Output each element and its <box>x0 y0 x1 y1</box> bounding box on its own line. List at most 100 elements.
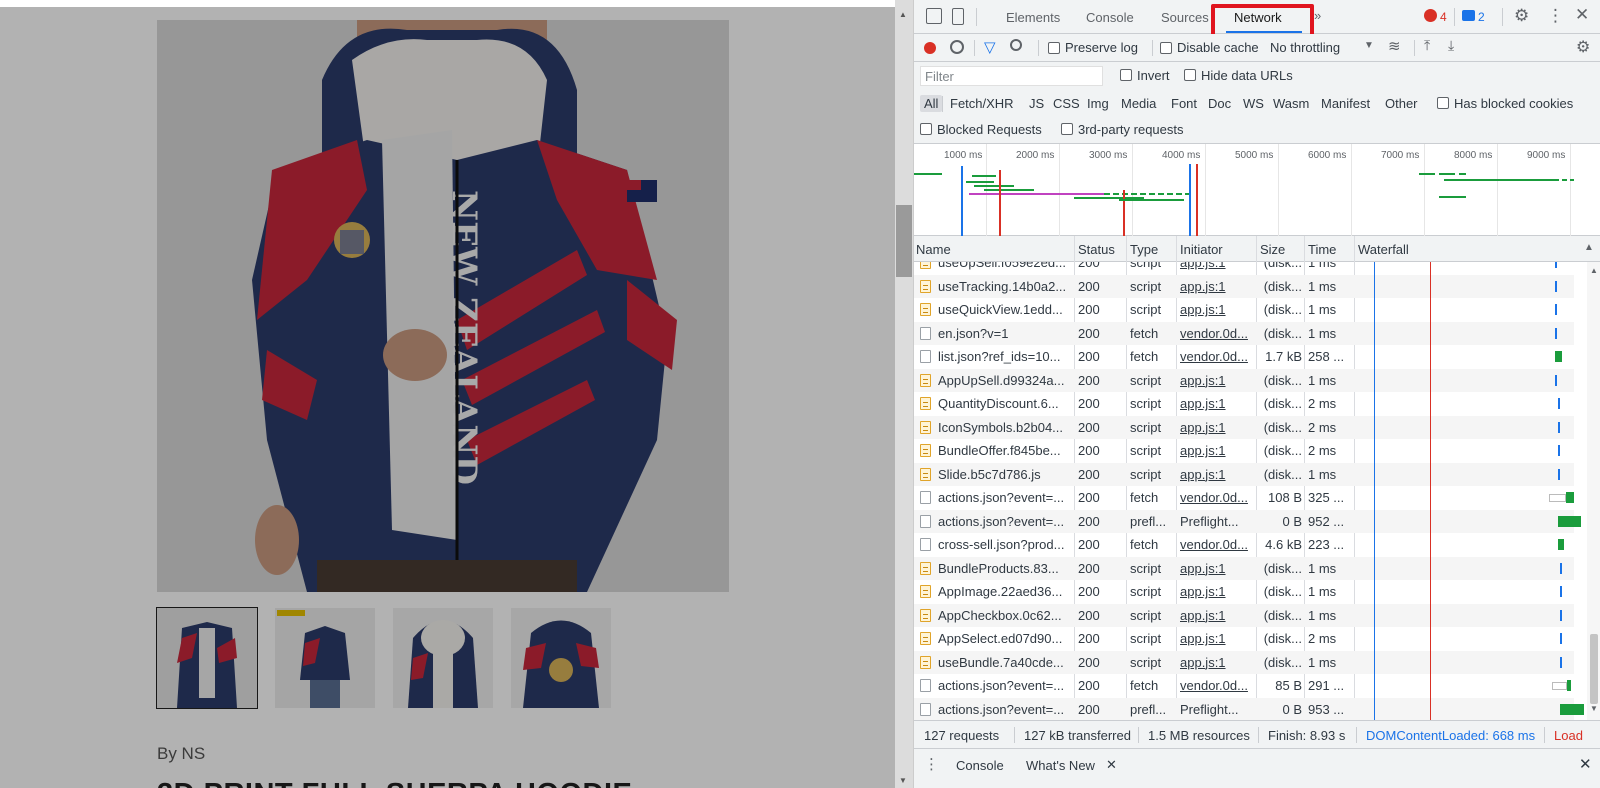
request-initiator[interactable]: app.js:1 <box>1180 420 1254 435</box>
table-scroll-up-icon[interactable]: ▲ <box>1590 266 1598 275</box>
type-wasm[interactable]: Wasm <box>1273 96 1309 111</box>
search-icon[interactable] <box>1010 39 1022 51</box>
table-row[interactable]: actions.json?event=... 200 prefl... Preflig… <box>914 509 1582 533</box>
request-initiator[interactable]: vendor.0d... <box>1180 349 1254 364</box>
disable-cache-checkbox[interactable] <box>1160 42 1172 54</box>
throttling-select[interactable]: No throttling <box>1270 40 1340 55</box>
invert-checkbox[interactable] <box>1120 69 1132 81</box>
table-row[interactable]: useTracking.14b0a2... 200 script app.js:1 (d… <box>914 274 1574 298</box>
table-row[interactable]: en.json?v=1 200 fetch vendor.0d... (disk... 1… <box>914 321 1574 345</box>
column-size[interactable]: Size <box>1260 242 1285 257</box>
type-img[interactable]: Img <box>1087 96 1109 111</box>
request-initiator[interactable]: app.js:1 <box>1180 279 1254 294</box>
request-initiator[interactable]: vendor.0d... <box>1180 490 1254 505</box>
settings-gear-icon[interactable]: ⚙ <box>1514 6 1529 26</box>
table-row[interactable]: AppCheckbox.0c62... 200 script app.js:1 (dis… <box>914 603 1574 627</box>
request-initiator[interactable]: app.js:1 <box>1180 584 1254 599</box>
request-initiator[interactable]: app.js:1 <box>1180 631 1254 646</box>
request-initiator[interactable]: vendor.0d... <box>1180 678 1254 693</box>
type-font[interactable]: Font <box>1171 96 1197 111</box>
preserve-log-label[interactable]: Preserve log <box>1065 40 1138 55</box>
drawer-tab-console[interactable]: Console <box>956 758 1004 773</box>
sort-up-icon[interactable]: ▲ <box>1584 242 1594 253</box>
column-status[interactable]: Status <box>1078 242 1115 257</box>
close-drawer-icon[interactable]: ✕ <box>1579 755 1592 773</box>
table-row[interactable]: actions.json?event=... 200 prefl... Preflig… <box>914 697 1584 720</box>
thumbnail-3[interactable] <box>393 608 493 708</box>
page-scrollbar[interactable]: ▲ ▼ <box>895 0 913 788</box>
export-har-icon[interactable]: ⤓ <box>1448 37 1454 54</box>
blocked-requests-checkbox[interactable] <box>920 123 932 135</box>
filter-input[interactable]: Filter <box>920 66 1103 86</box>
table-row[interactable]: QuantityDiscount.6... 200 script app.js:1 (d… <box>914 392 1574 416</box>
type-media[interactable]: Media <box>1121 96 1156 111</box>
scroll-up-icon[interactable]: ▲ <box>899 10 907 19</box>
request-initiator[interactable]: app.js:1 <box>1180 443 1254 458</box>
has-blocked-cookies-label[interactable]: Has blocked cookies <box>1454 96 1573 111</box>
more-tabs-icon[interactable]: » <box>1314 8 1321 23</box>
column-time[interactable]: Time <box>1308 242 1336 257</box>
type-all[interactable]: All <box>920 95 943 112</box>
table-row[interactable]: AppSelect.ed07d90... 200 script app.js:1 (di… <box>914 627 1574 651</box>
request-initiator[interactable]: vendor.0d... <box>1180 326 1254 341</box>
hide-data-urls-checkbox[interactable] <box>1184 69 1196 81</box>
table-row[interactable]: Slide.b5c7d786.js 200 script app.js:1 (disk.… <box>914 462 1574 486</box>
request-initiator[interactable]: app.js:1 <box>1180 262 1254 270</box>
third-party-checkbox[interactable] <box>1061 123 1073 135</box>
request-initiator[interactable]: app.js:1 <box>1180 608 1254 623</box>
thumbnail-1[interactable] <box>156 607 258 709</box>
column-name[interactable]: Name <box>916 242 951 257</box>
type-doc[interactable]: Doc <box>1208 96 1231 111</box>
product-main-image[interactable]: NEW ZEALAND <box>157 20 729 592</box>
type-css[interactable]: CSS <box>1053 96 1080 111</box>
disable-cache-label[interactable]: Disable cache <box>1177 40 1259 55</box>
message-count[interactable]: 2 <box>1478 10 1485 24</box>
thumbnail-2[interactable] <box>275 608 375 708</box>
table-row[interactable]: BundleProducts.83... 200 script app.js:1 (di… <box>914 556 1574 580</box>
blocked-requests-label[interactable]: Blocked Requests <box>937 122 1042 137</box>
request-initiator[interactable]: Preflight... <box>1180 702 1254 717</box>
has-blocked-cookies-checkbox[interactable] <box>1437 97 1449 109</box>
type-other[interactable]: Other <box>1385 96 1418 111</box>
table-row[interactable]: actions.json?event=... 200 fetch vendor.0d.… <box>914 486 1575 510</box>
table-row[interactable]: cross-sell.json?prod... 200 fetch vendor.0d… <box>914 533 1574 557</box>
error-icon[interactable] <box>1424 9 1437 22</box>
page-scrollbar-thumb[interactable] <box>896 205 912 277</box>
record-icon[interactable] <box>924 42 936 54</box>
table-row[interactable]: IconSymbols.b2b04... 200 script app.js:1 (di… <box>914 415 1574 439</box>
tab-elements[interactable]: Elements <box>1006 10 1060 25</box>
request-initiator[interactable]: app.js:1 <box>1180 561 1254 576</box>
column-initiator[interactable]: Initiator <box>1180 242 1223 257</box>
drawer-tab-whats-new[interactable]: What's New <box>1026 758 1095 773</box>
preserve-log-checkbox[interactable] <box>1048 42 1060 54</box>
throttling-dropdown-icon[interactable]: ▼ <box>1364 40 1374 51</box>
customize-menu-icon[interactable]: ⋮ <box>1547 6 1564 26</box>
table-row[interactable]: useBundle.7a40cde... 200 script app.js:1 (di… <box>914 650 1574 674</box>
filter-icon[interactable]: ▽ <box>984 38 996 56</box>
type-fetch-xhr[interactable]: Fetch/XHR <box>950 96 1014 111</box>
drawer-menu-icon[interactable]: ⋮ <box>924 755 939 773</box>
tab-sources[interactable]: Sources <box>1161 10 1209 25</box>
table-scrollbar[interactable]: ▲ ▼ <box>1587 262 1600 720</box>
scroll-down-icon[interactable]: ▼ <box>899 776 907 785</box>
tab-console[interactable]: Console <box>1086 10 1134 25</box>
request-initiator[interactable]: app.js:1 <box>1180 396 1254 411</box>
table-scrollbar-thumb[interactable] <box>1590 634 1598 704</box>
network-overview[interactable]: 1000 ms 2000 ms 3000 ms 4000 ms 5000 ms … <box>914 144 1600 236</box>
type-ws[interactable]: WS <box>1243 96 1264 111</box>
network-conditions-icon[interactable]: ≋ <box>1388 37 1401 55</box>
close-devtools-icon[interactable]: ✕ <box>1575 5 1589 25</box>
table-row[interactable]: actions.json?event=... 200 fetch vendor.0d.… <box>914 674 1574 698</box>
column-waterfall[interactable]: Waterfall <box>1358 242 1409 257</box>
column-type[interactable]: Type <box>1130 242 1158 257</box>
third-party-label[interactable]: 3rd-party requests <box>1078 122 1184 137</box>
type-js[interactable]: JS <box>1029 96 1044 111</box>
table-row[interactable]: list.json?ref_ids=10... 200 fetch vendor.0d… <box>914 345 1574 369</box>
table-row[interactable]: AppUpSell.d99324a... 200 script app.js:1 (di… <box>914 368 1574 392</box>
inspect-element-icon[interactable] <box>926 8 942 24</box>
close-tab-icon[interactable]: ✕ <box>1106 757 1117 773</box>
request-initiator[interactable]: app.js:1 <box>1180 302 1254 317</box>
type-manifest[interactable]: Manifest <box>1321 96 1370 111</box>
error-count[interactable]: 4 <box>1440 10 1447 24</box>
message-icon[interactable] <box>1462 10 1475 21</box>
